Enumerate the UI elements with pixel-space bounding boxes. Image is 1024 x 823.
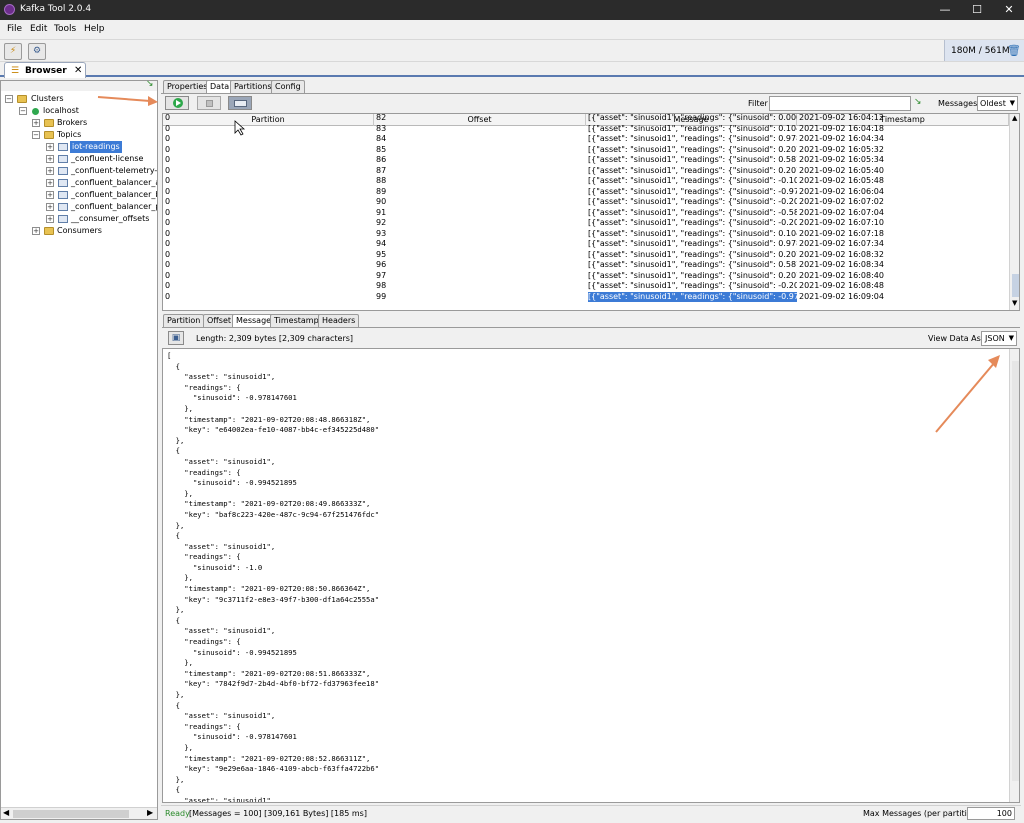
annotation-arrow-json: [935, 355, 1000, 433]
mouse-cursor-icon: [234, 120, 246, 136]
annotation-arrows: [97, 96, 1000, 433]
annotation-arrow-retrieve: [97, 96, 158, 106]
